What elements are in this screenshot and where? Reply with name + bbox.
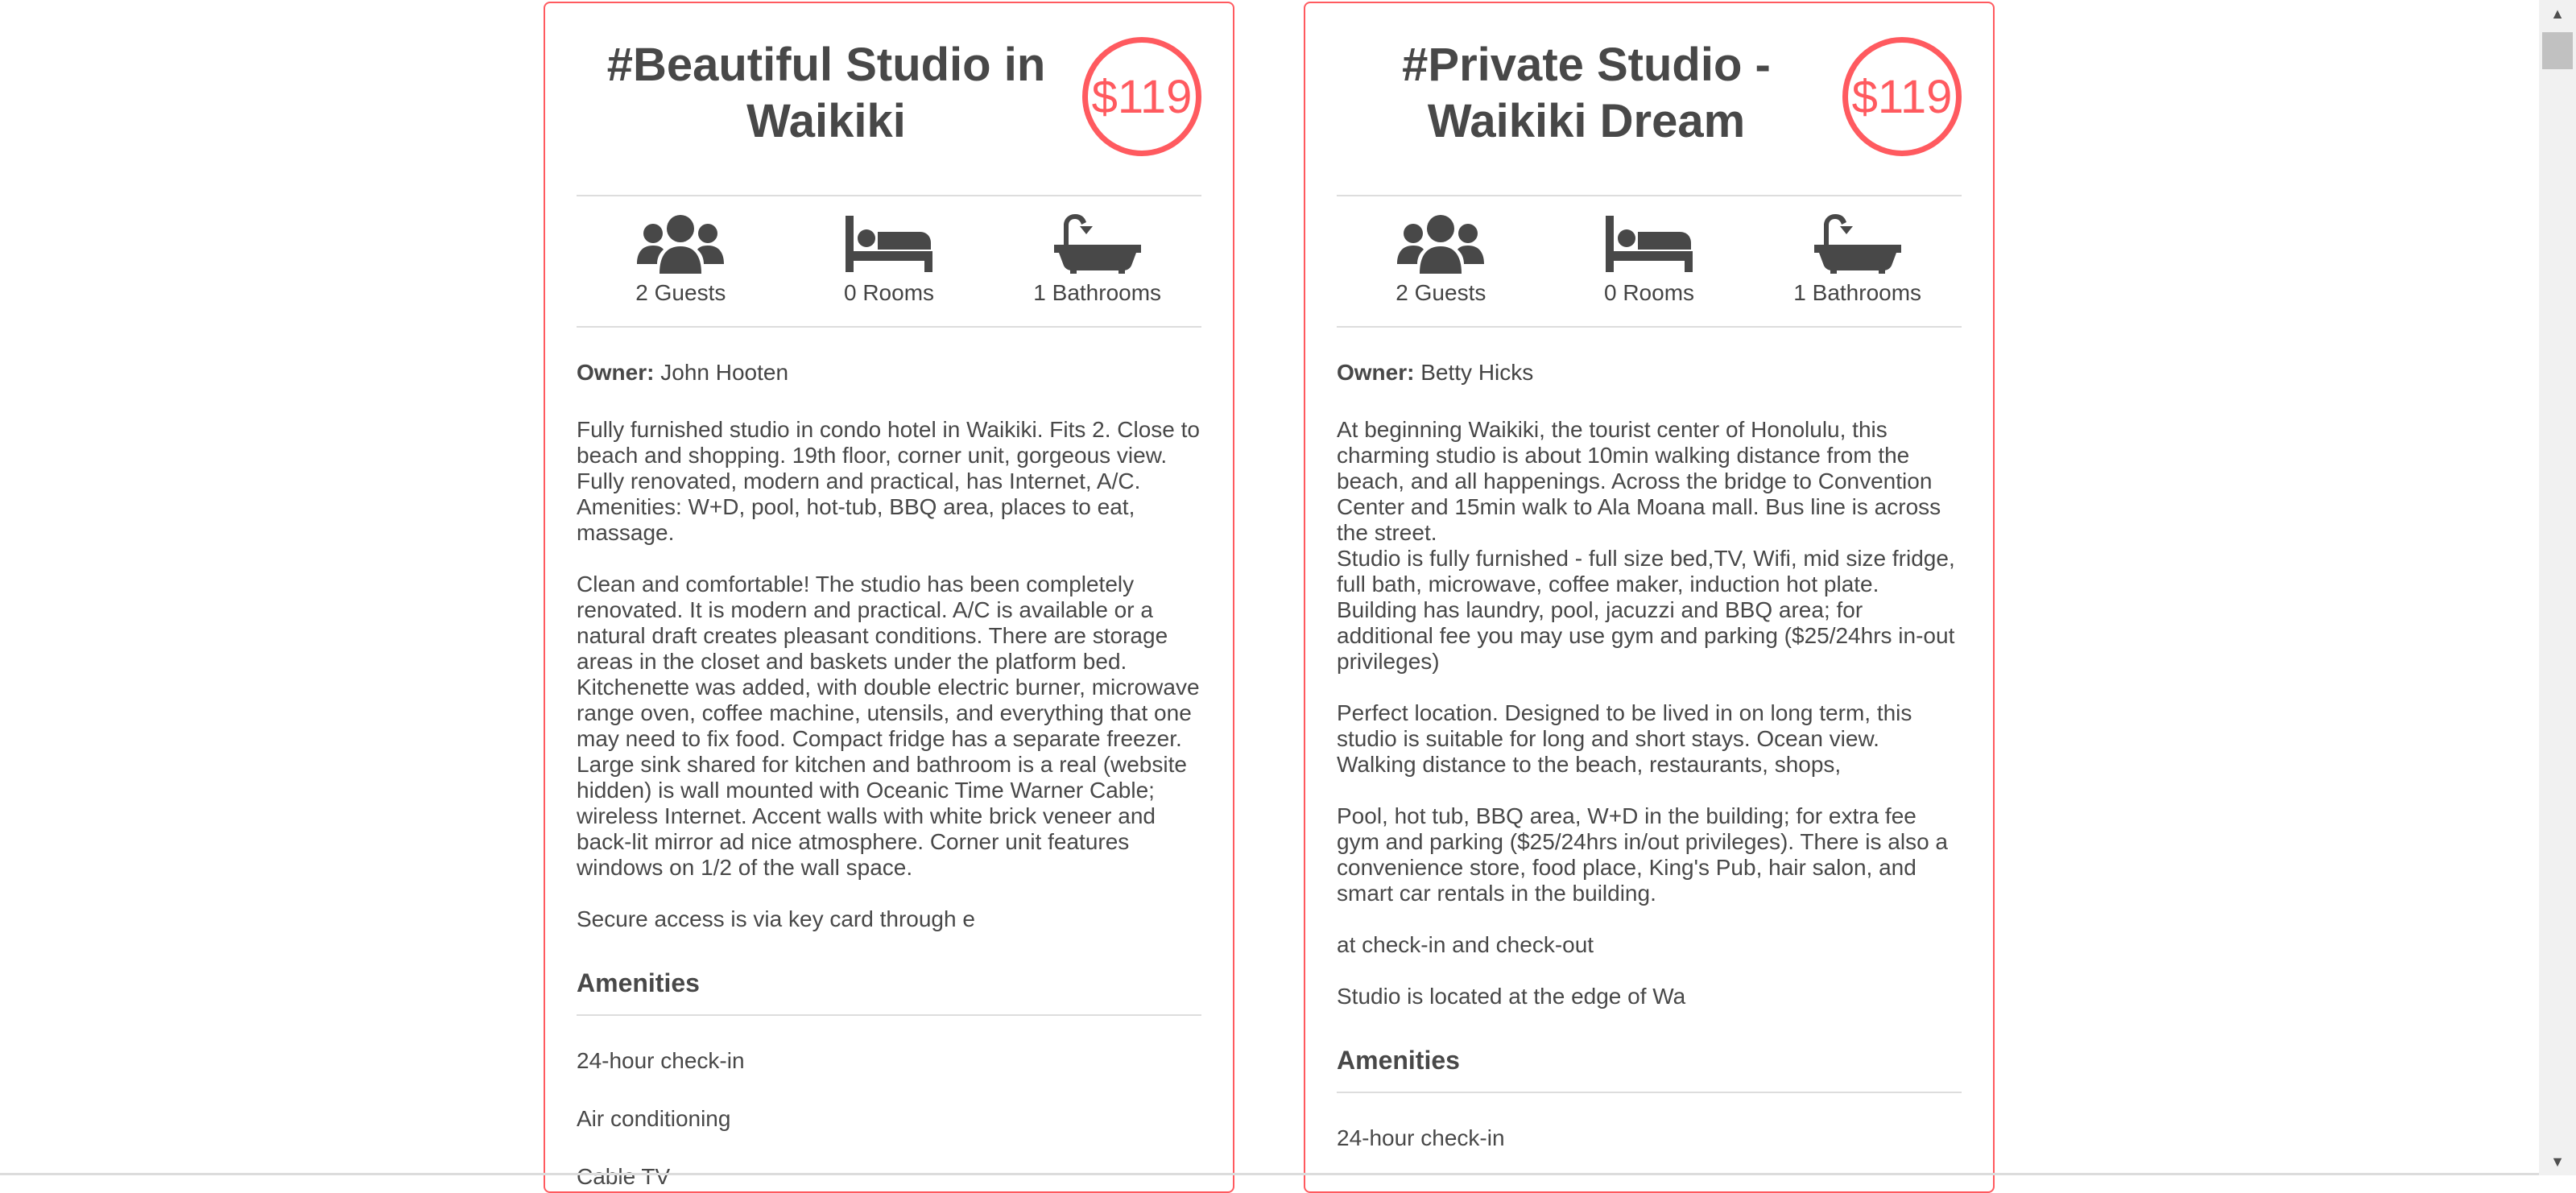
bathrooms-label: 1 Bathrooms (1033, 280, 1162, 305)
bathrooms-stat: 1 Bathrooms (993, 214, 1201, 319)
owner-name: John Hooten (660, 360, 789, 385)
amenity-item: Air conditioning (577, 1106, 731, 1131)
description-paragraph: Pool, hot tub, BBQ area, W+D in the buil… (1337, 803, 1948, 906)
vertical-scrollbar[interactable]: ▲ ▼ (2539, 0, 2576, 1175)
guests-label: 2 Guests (635, 280, 726, 305)
divider (577, 195, 1201, 196)
listing-card: #Beautiful Studio in Waikiki $119 2 Gues… (544, 2, 1234, 1193)
listing-card: #Private Studio - Waikiki Dream $119 2 G… (1304, 2, 1995, 1193)
description-paragraph: Studio is located at the edge of Wa (1337, 984, 1686, 1009)
listing-title: #Beautiful Studio in Waikiki (606, 39, 1046, 147)
rooms-stat: 0 Rooms (1545, 214, 1754, 319)
listing-stats: 2 Guests 0 Rooms 1 Bathrooms (577, 214, 1201, 319)
scroll-up-arrow-icon[interactable]: ▲ (2539, 0, 2576, 27)
description-paragraph: Secure access is via key card through e (577, 906, 975, 931)
listing-stats: 2 Guests 0 Rooms 1 Bathrooms (1337, 214, 1962, 319)
amenities-heading: Amenities (577, 968, 700, 997)
bath-icon (1053, 214, 1141, 274)
description-paragraph: Clean and comfortable! The studio has be… (577, 572, 1200, 880)
description-paragraph: At beginning Waikiki, the tourist center… (1337, 417, 1955, 674)
rooms-label: 0 Rooms (1603, 280, 1695, 305)
divider (1337, 195, 1962, 196)
description-paragraph: at check-in and check-out (1337, 932, 1594, 957)
guests-label: 2 Guests (1396, 280, 1486, 305)
divider (1337, 326, 1962, 328)
bathrooms-stat: 1 Bathrooms (1753, 214, 1962, 319)
amenity-item: 24-hour check-in (1337, 1125, 1505, 1150)
divider (1337, 1092, 1962, 1093)
listing-description: Fully furnished studio in condo hotel in… (577, 417, 1201, 1190)
amenity-item: 24-hour check-in (577, 1048, 745, 1073)
description-paragraph: Perfect location. Designed to be lived i… (1337, 700, 1912, 777)
listing-title: #Private Studio - Waikiki Dream (1402, 39, 1771, 147)
scrollbar-thumb[interactable] (2542, 32, 2573, 69)
bathrooms-label: 1 Bathrooms (1793, 280, 1922, 305)
listing-description: At beginning Waikiki, the tourist center… (1337, 417, 1962, 1151)
amenity-item: Cable TV (577, 1164, 671, 1189)
bed-icon (846, 216, 932, 272)
owner-label: Owner: (577, 360, 655, 385)
bed-icon (1606, 216, 1693, 272)
owner-label: Owner: (1337, 360, 1415, 385)
price-badge: $119 (1082, 37, 1201, 156)
scroll-down-arrow-icon[interactable]: ▼ (2539, 1148, 2576, 1175)
owner-name: Betty Hicks (1420, 360, 1534, 385)
bath-icon (1813, 214, 1901, 274)
amenities-list: 24-hour check-in (1337, 1125, 1962, 1151)
rooms-stat: 0 Rooms (785, 214, 994, 319)
description-paragraph: Fully furnished studio in condo hotel in… (577, 417, 1200, 545)
guests-stat: 2 Guests (577, 214, 785, 319)
rooms-label: 0 Rooms (843, 280, 935, 305)
price-badge: $119 (1842, 37, 1962, 156)
owner-line: Owner: John Hooten (577, 360, 788, 386)
users-icon (1397, 215, 1485, 274)
guests-stat: 2 Guests (1337, 214, 1545, 319)
amenities-list: 24-hour check-in Air conditioning Cable … (577, 1048, 1201, 1190)
owner-line: Owner: Betty Hicks (1337, 360, 1533, 386)
users-icon (637, 215, 725, 274)
divider (577, 326, 1201, 328)
divider (577, 1014, 1201, 1016)
amenities-heading: Amenities (1337, 1046, 1460, 1075)
